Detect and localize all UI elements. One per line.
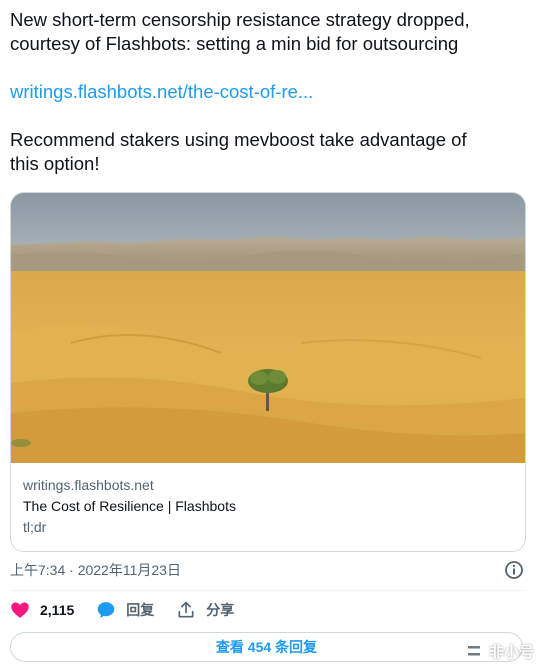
card-description: tl;dr xyxy=(23,519,47,535)
watermark: 非小号 xyxy=(463,640,534,662)
card-title: The Cost of Resilience | Flashbots xyxy=(23,498,236,514)
reply-button[interactable]: 回复 xyxy=(96,600,154,620)
tweet-line-2: courtesy of Flashbots: setting a min bid… xyxy=(10,33,459,54)
info-icon[interactable] xyxy=(504,560,524,580)
divider xyxy=(10,590,525,591)
link-preview-card[interactable]: writings.flashbots.net The Cost of Resil… xyxy=(10,192,526,552)
likes-count: 2,115 xyxy=(40,602,75,618)
reply-bubble-icon xyxy=(97,602,115,618)
like-button[interactable]: 2,115 xyxy=(10,600,74,620)
heart-icon xyxy=(11,602,29,618)
action-bar: 2,115 回复 分享 xyxy=(10,598,256,622)
tweet-text: New short-term censorship resistance str… xyxy=(10,8,525,176)
tweet-timestamp[interactable]: 上午7:34 · 2022年11月23日 xyxy=(10,560,181,580)
watermark-logo-icon xyxy=(463,641,484,661)
share-icon xyxy=(178,601,194,618)
view-replies-button[interactable]: 查看 454 条回复 xyxy=(10,632,523,662)
tweet-line-1: New short-term censorship resistance str… xyxy=(10,9,470,30)
article-link[interactable]: writings.flashbots.net/the-cost-of-re... xyxy=(10,81,313,102)
card-image xyxy=(11,193,525,463)
tweet-line-3: Recommend stakers using mevboost take ad… xyxy=(10,129,467,150)
reply-label: 回复 xyxy=(126,602,155,618)
watermark-text: 非小号 xyxy=(488,643,534,661)
share-label: 分享 xyxy=(206,602,235,618)
share-button[interactable]: 分享 xyxy=(176,600,234,620)
tweet-line-4: this option! xyxy=(10,153,100,174)
card-domain: writings.flashbots.net xyxy=(23,477,154,493)
